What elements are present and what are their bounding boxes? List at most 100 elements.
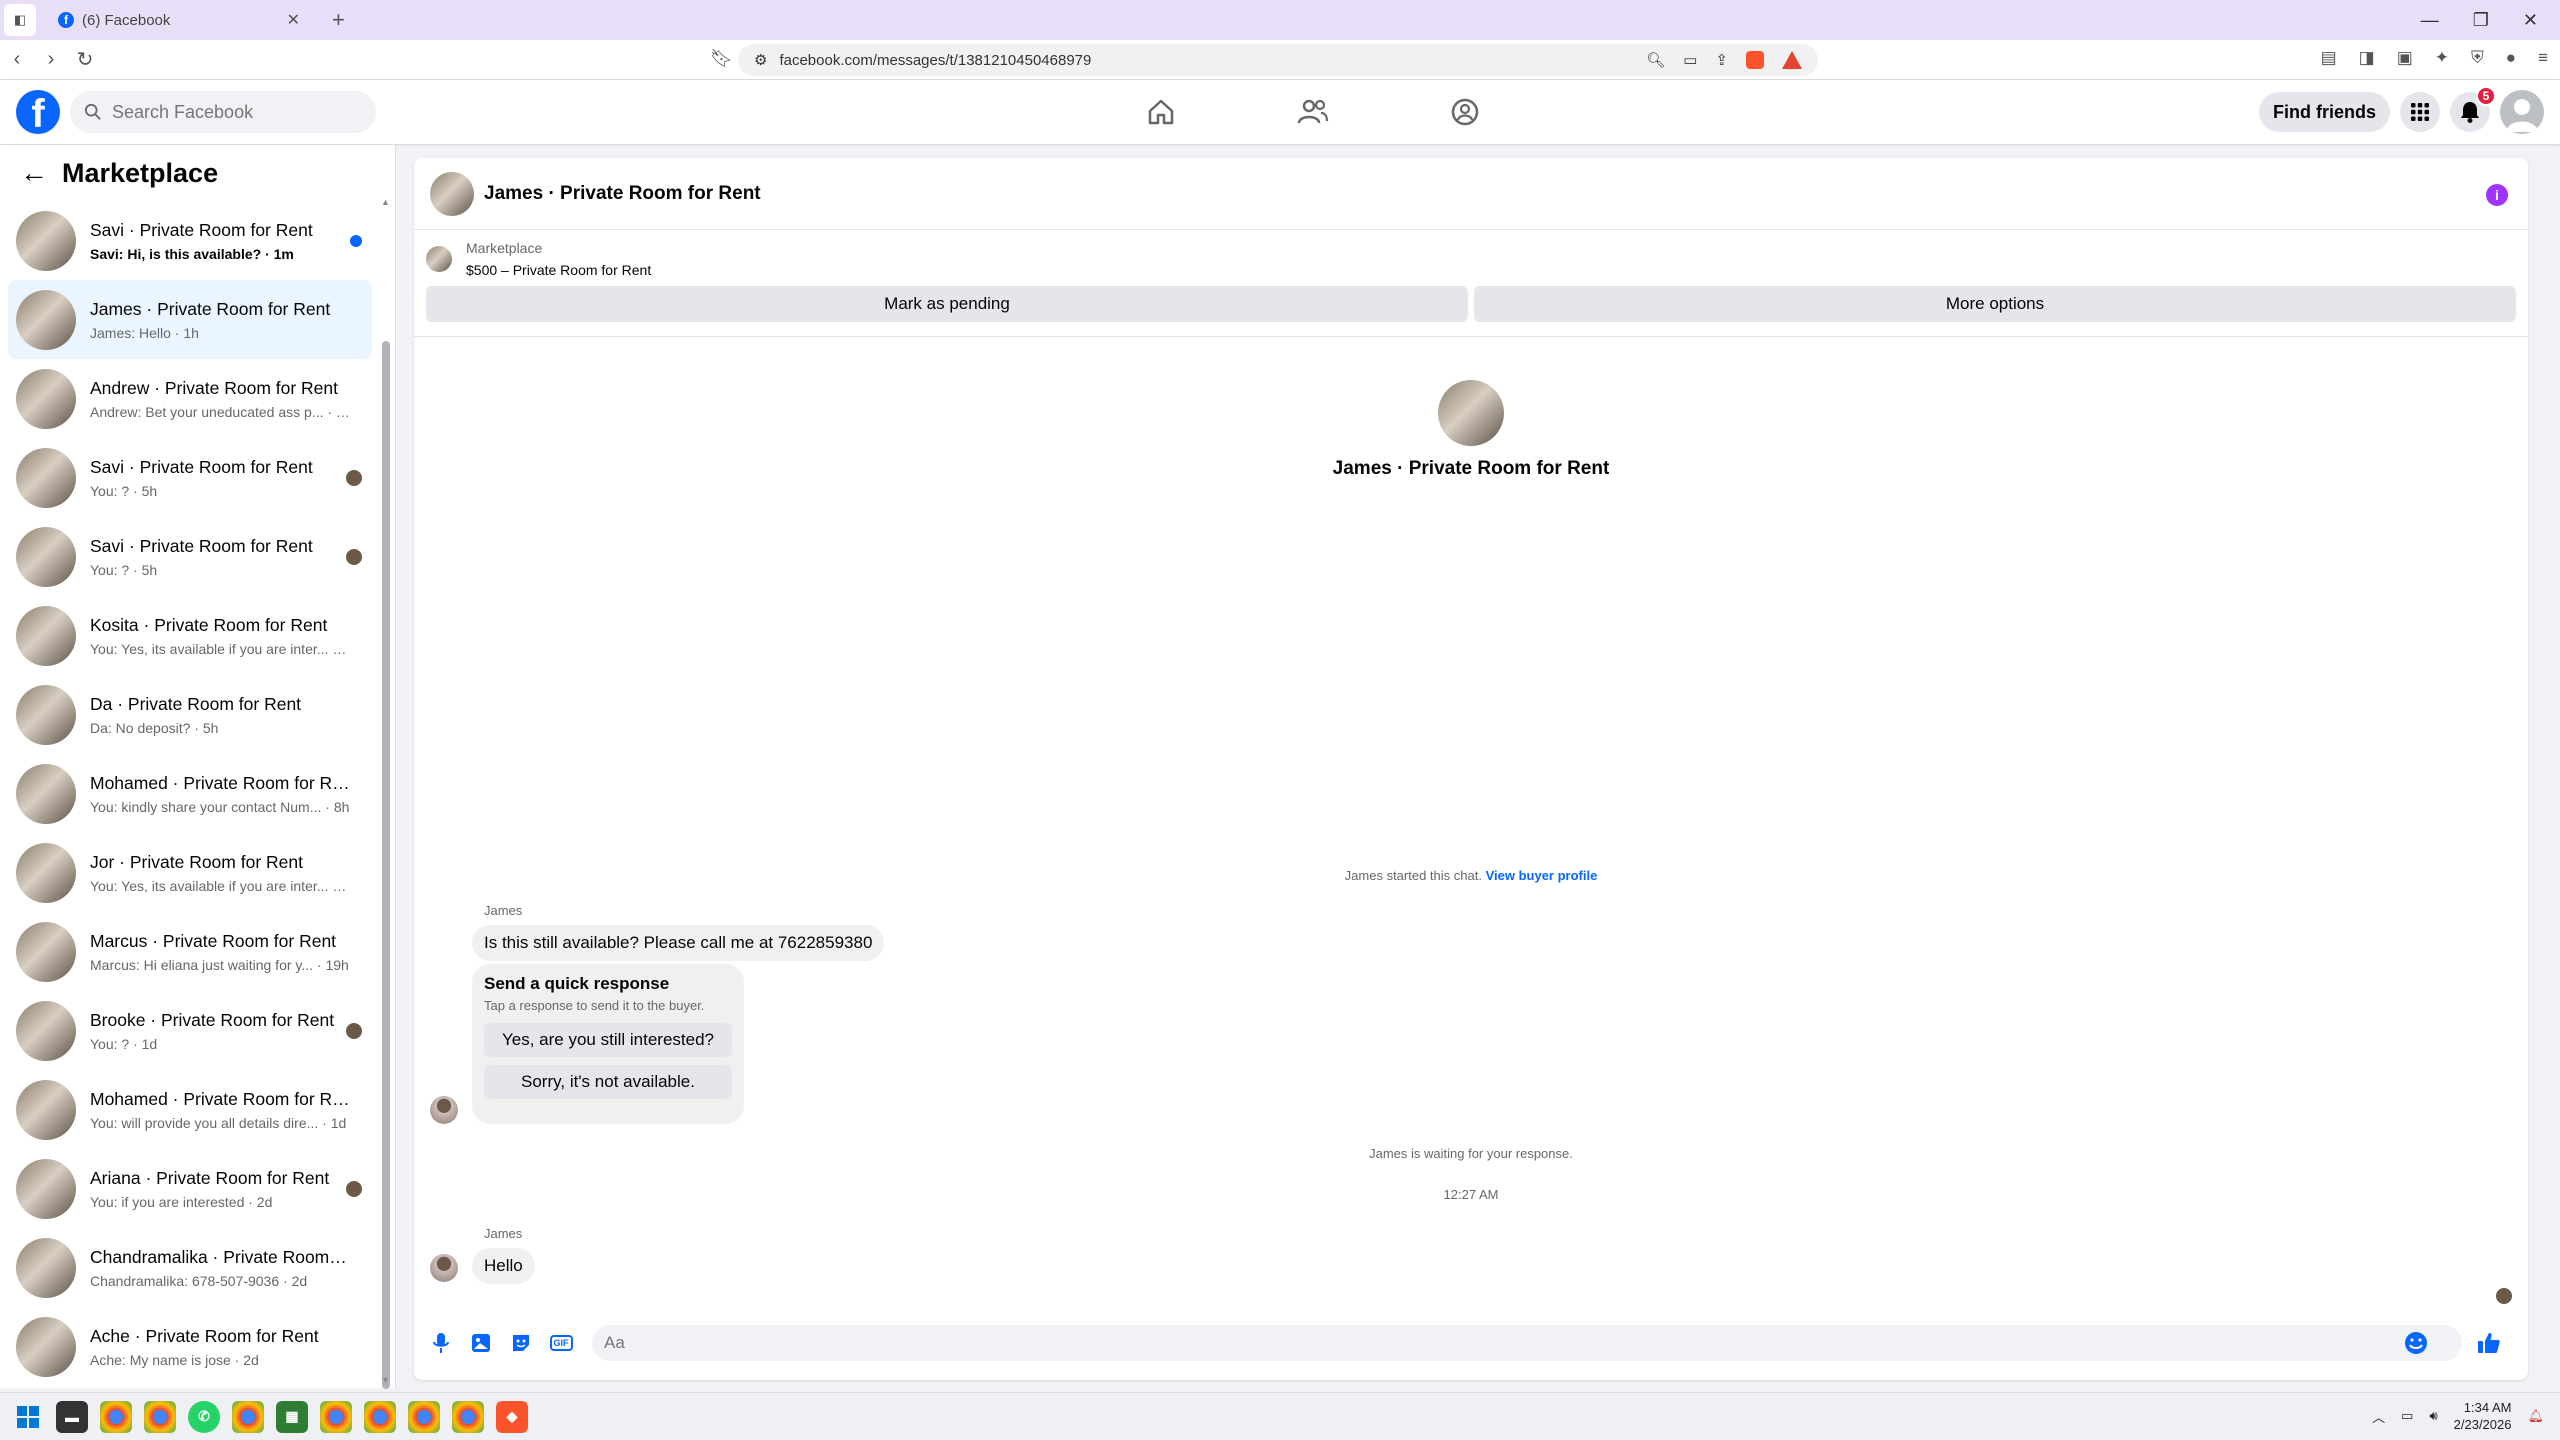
sidebar-toggle-button[interactable]: ◧ (4, 4, 36, 36)
leo-ai-icon[interactable]: ● (2506, 48, 2516, 68)
back-icon[interactable]: ‹ (0, 48, 34, 71)
sidebar-icon[interactable]: ◨ (2359, 48, 2375, 68)
conversation-info-icon[interactable]: i (2486, 184, 2508, 206)
reload-icon[interactable]: ↻ (68, 47, 102, 72)
chrome-icon[interactable] (100, 1400, 132, 1433)
new-tab-button[interactable]: + (332, 7, 345, 33)
conversation-item[interactable]: Kosita · Private Room for Rent You: Yes, … (8, 596, 372, 675)
notifications-button[interactable]: 5 (2450, 86, 2496, 132)
search-icon (84, 103, 101, 120)
quick-response-card: Send a quick response Tap a response to … (472, 964, 744, 1124)
chat-header-avatar[interactable] (430, 171, 474, 216)
quick-reply-not-available-button[interactable]: Sorry, it's not available. (484, 1065, 732, 1099)
address-bar[interactable]: ⚙︎ facebook.com/messages/t/1381210450468… (738, 44, 1818, 76)
account-avatar[interactable] (2500, 90, 2544, 134)
chrome-icon[interactable] (408, 1400, 440, 1433)
vpn-icon[interactable]: ⛨ (2471, 48, 2484, 68)
conversation-item[interactable]: Da · Private Room for Rent Da: No deposit… (8, 675, 372, 754)
groups-nav[interactable] (1389, 80, 1541, 144)
back-arrow-icon[interactable]: ← (20, 157, 48, 189)
chrome-profile-icon[interactable] (144, 1400, 176, 1433)
bookmark-icon[interactable]: 🔖︎ (710, 48, 733, 69)
conversation-item[interactable]: Jor · Private Room for Rent You: Yes, its… (8, 833, 372, 912)
chrome-icon[interactable] (320, 1400, 352, 1433)
zoom-icon[interactable]: 🔍︎ (1646, 51, 1665, 69)
message-bubble[interactable]: Hello (472, 1248, 535, 1284)
close-tab-icon[interactable]: ✕ (287, 10, 300, 30)
home-nav[interactable] (1085, 80, 1237, 144)
message-input-box[interactable] (592, 1325, 2462, 1361)
chrome-icon[interactable] (232, 1400, 264, 1433)
chat-header-title[interactable]: James · Private Room for Rent (484, 183, 761, 205)
network-icon[interactable]: ▭ (2401, 1408, 2413, 1424)
show-hidden-icons-icon[interactable]: ︿ (2372, 1407, 2385, 1426)
emoji-icon[interactable] (2404, 1331, 2428, 1355)
conversation-item[interactable]: Savi · Private Room for Rent You: ? · 5h (8, 438, 372, 517)
conversation-item[interactable]: Marcus · Private Room for Rent Marcus: Hi… (8, 912, 372, 991)
conversation-snippet: You: kindly share your contact Num... · … (90, 798, 350, 815)
conversation-scrollbar[interactable] (382, 341, 390, 1389)
sender-avatar[interactable] (430, 1096, 458, 1124)
listing-thumbnail (16, 842, 76, 903)
notification-bell-icon[interactable]: 🔔︎ (2527, 1408, 2544, 1424)
extension-icon[interactable]: ✦ (2435, 48, 2449, 68)
clock-time: 1:34 AM (2463, 1400, 2512, 1415)
conversation-item[interactable]: Mohamed · Private Room for Rent You: kind… (8, 754, 372, 833)
menu-icon[interactable]: ≡ (2538, 48, 2548, 68)
clock[interactable]: 1:34 AM 2/23/2026 (2454, 1399, 2512, 1433)
brave-shields-icon[interactable] (1746, 51, 1764, 69)
mark-as-pending-button[interactable]: Mark as pending (426, 286, 1468, 322)
attach-photo-icon[interactable] (468, 1330, 494, 1356)
site-settings-icon[interactable]: ⚙︎ (754, 51, 767, 69)
conversation-item[interactable]: Ariana · Private Room for Rent You: if yo… (8, 1149, 372, 1228)
whatsapp-icon[interactable]: ✆ (188, 1400, 220, 1433)
scroll-up-icon[interactable]: ▲ (381, 197, 390, 207)
cast-icon[interactable]: ▭ (1683, 51, 1697, 69)
chrome-icon[interactable] (364, 1400, 396, 1433)
more-options-button[interactable]: More options (1474, 286, 2516, 322)
brave-browser-icon[interactable]: ◆ (496, 1400, 528, 1433)
facebook-logo-icon[interactable]: f (16, 90, 60, 134)
view-buyer-profile-link[interactable]: View buyer profile (1486, 868, 1598, 883)
share-icon[interactable]: ⇪ (1715, 51, 1728, 69)
reader-mode-icon[interactable]: ▤ (2321, 48, 2337, 68)
brave-rewards-icon[interactable] (1782, 51, 1802, 69)
conversation-item[interactable]: Savi · Private Room for Rent Savi: Hi, is… (8, 201, 372, 280)
conversation-item[interactable]: James · Private Room for Rent James: Hell… (8, 280, 372, 359)
chrome-icon[interactable] (452, 1400, 484, 1433)
conversation-item[interactable]: Brooke · Private Room for Rent You: ? · 1… (8, 991, 372, 1070)
sender-avatar[interactable] (430, 1254, 458, 1282)
conversation-snippet: You: Yes, its available if you are inter… (90, 877, 350, 894)
menu-button[interactable] (2400, 92, 2440, 132)
minimize-icon[interactable]: — (2421, 10, 2439, 31)
volume-icon[interactable]: 🔊︎ (2429, 1408, 2437, 1424)
start-button[interactable] (12, 1401, 44, 1433)
listing-summary[interactable]: Marketplace $500 – Private Room for Rent (414, 230, 2528, 278)
conversation-item[interactable]: Ache · Private Room for Rent Ache: My nam… (8, 1307, 372, 1386)
file-explorer-icon[interactable]: ▬ (56, 1400, 88, 1433)
close-window-icon[interactable]: ✕ (2523, 10, 2538, 31)
message-input[interactable] (604, 1333, 2404, 1353)
maximize-icon[interactable]: ❐ (2473, 10, 2489, 31)
message-bubble[interactable]: Is this still available? Please call me … (472, 925, 885, 961)
like-thumbs-up-icon[interactable] (2476, 1330, 2502, 1356)
conversation-item[interactable]: Mohamed · Private Room for Rent You: will… (8, 1070, 372, 1149)
spreadsheet-icon[interactable]: ▦ (276, 1400, 308, 1433)
gif-icon[interactable]: GIF (548, 1330, 574, 1356)
forward-icon[interactable]: › (34, 48, 68, 71)
conversation-item[interactable]: Savi · Private Room for Rent You: ? · 5h (8, 517, 372, 596)
conversation-item[interactable]: Andrew · Private Room for Rent Andrew: Be… (8, 359, 372, 438)
search-input[interactable] (112, 101, 352, 123)
search-box[interactable] (70, 91, 376, 133)
scroll-down-icon[interactable]: ▼ (381, 1375, 390, 1385)
friends-nav[interactable] (1237, 80, 1389, 144)
conversation-item[interactable]: Chandramalika · Private Room f... Chandra… (8, 1228, 372, 1307)
intro-avatar[interactable] (1438, 380, 1504, 446)
quick-reply-interested-button[interactable]: Yes, are you still interested? (484, 1023, 732, 1057)
find-friends-button[interactable]: Find friends (2259, 92, 2390, 132)
sticker-icon[interactable] (508, 1330, 534, 1356)
wallet-icon[interactable]: ▣ (2397, 48, 2413, 68)
voice-clip-icon[interactable] (428, 1330, 454, 1356)
browser-tab[interactable]: f (6) Facebook ✕ (46, 0, 312, 40)
conversation-title: Chandramalika · Private Room f... (90, 1246, 350, 1267)
